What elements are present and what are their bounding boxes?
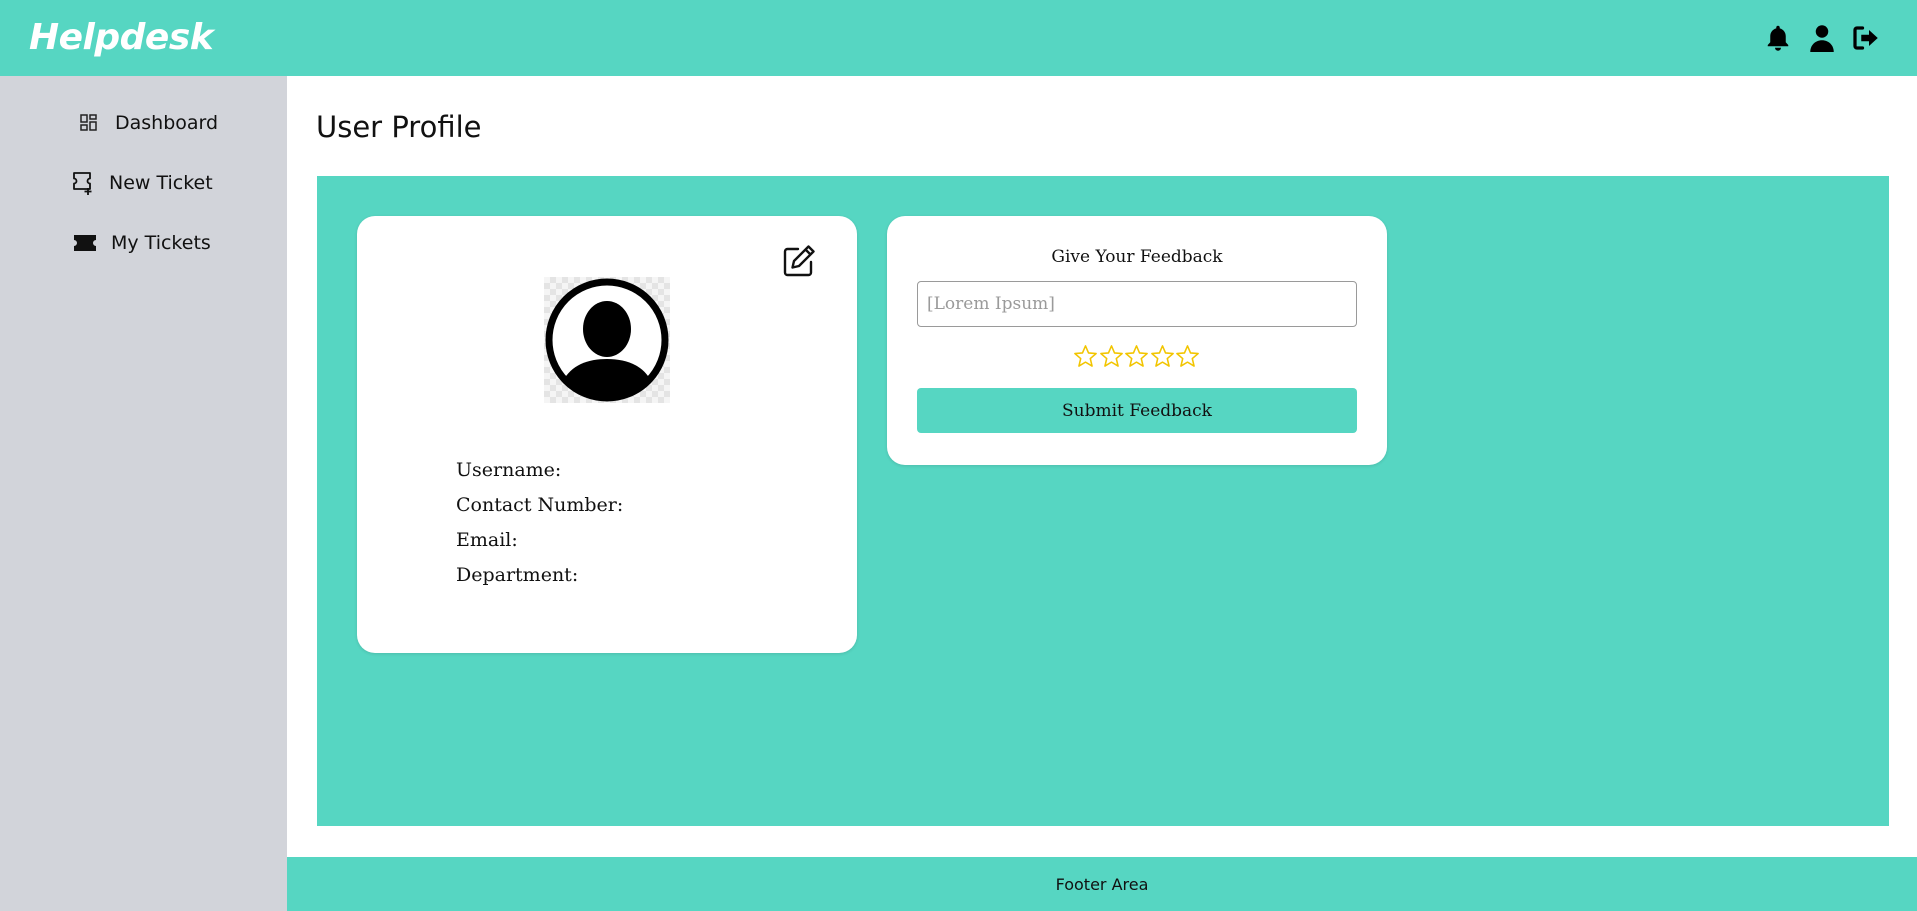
sidebar-item-dashboard[interactable]: Dashboard — [75, 106, 218, 140]
star-icon[interactable] — [1175, 344, 1200, 369]
footer: Footer Area — [287, 857, 1917, 911]
page-title: User Profile — [316, 110, 482, 144]
field-label: Contact Number: — [456, 494, 624, 516]
ticket-icon — [71, 229, 99, 257]
user-avatar-icon — [544, 277, 670, 403]
star-icon[interactable] — [1073, 344, 1098, 369]
new-ticket-icon — [69, 169, 97, 197]
sidebar-item-label: My Tickets — [111, 232, 211, 254]
sidebar-item-my-tickets[interactable]: My Tickets — [71, 226, 211, 260]
brand-logo[interactable]: Helpdesk — [29, 17, 214, 59]
sidebar-item-label: Dashboard — [115, 112, 219, 134]
profile-info: Username: Contact Number: Email: Departm… — [456, 453, 623, 593]
profile-card: Username: Contact Number: Email: Departm… — [357, 216, 857, 653]
profile-field-username: Username: — [456, 453, 623, 488]
content-panel: Username: Contact Number: Email: Departm… — [317, 176, 1889, 826]
sidebar: Dashboard New Ticket My Tickets — [0, 76, 287, 911]
top-bar: Helpdesk — [0, 0, 1917, 76]
star-icon[interactable] — [1099, 344, 1124, 369]
star-icon[interactable] — [1150, 344, 1175, 369]
sidebar-item-label: New Ticket — [109, 172, 213, 194]
user-icon[interactable] — [1805, 21, 1839, 55]
bell-icon[interactable] — [1761, 21, 1795, 55]
logout-icon[interactable] — [1848, 21, 1882, 55]
dashboard-grid-icon — [75, 109, 103, 137]
footer-text: Footer Area — [1055, 874, 1149, 894]
feedback-input[interactable] — [917, 281, 1357, 327]
sidebar-item-new-ticket[interactable]: New Ticket — [69, 166, 213, 200]
field-label: Department: — [456, 564, 579, 586]
star-rating[interactable] — [1073, 344, 1201, 372]
feedback-title: Give Your Feedback — [1051, 247, 1223, 267]
profile-field-contact-number: Contact Number: — [456, 488, 623, 523]
profile-field-department: Department: — [456, 558, 623, 593]
edit-icon[interactable] — [781, 243, 817, 279]
submit-feedback-button[interactable]: Submit Feedback — [917, 388, 1357, 433]
field-label: Email: — [456, 529, 518, 551]
profile-field-email: Email: — [456, 523, 623, 558]
star-icon[interactable] — [1124, 344, 1149, 369]
field-label: Username: — [456, 459, 562, 481]
feedback-card: Give Your Feedback Submit Feedback — [887, 216, 1387, 465]
